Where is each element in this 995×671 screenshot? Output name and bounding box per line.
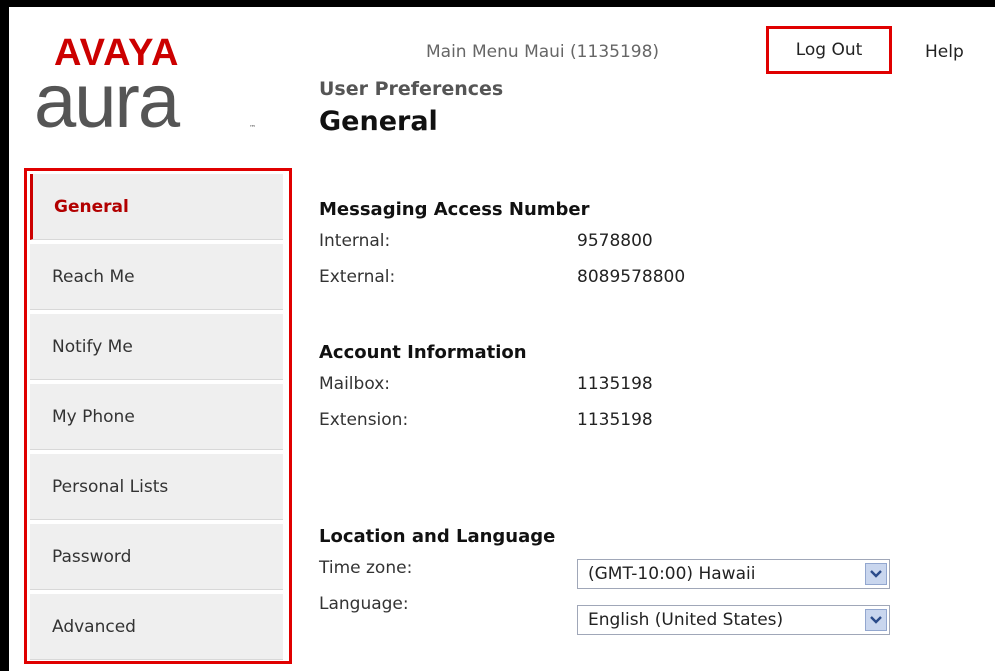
sidebar-item-notify-me[interactable]: Notify Me [30, 314, 283, 380]
internal-row: Internal: 9578800 [319, 228, 685, 254]
sidebar-item-my-phone[interactable]: My Phone [30, 384, 283, 450]
language-selected-value: English (United States) [588, 610, 784, 630]
location-language-section: Location and Language Time zone: Languag… [319, 526, 577, 617]
mailbox-label: Mailbox: [319, 374, 390, 394]
account-info-title: Account Information [319, 342, 527, 363]
internal-value: 9578800 [577, 231, 653, 251]
sidebar-item-label: My Phone [52, 406, 135, 427]
sidebar-item-label: General [54, 196, 129, 217]
top-navigation: Main Menu Maui (1135198) Log Out Help [420, 26, 980, 74]
sidebar-item-label: Password [52, 546, 132, 567]
page-title: General [319, 106, 438, 137]
extension-label: Extension: [319, 410, 409, 430]
chevron-down-icon [865, 563, 887, 585]
sidebar-item-reach-me[interactable]: Reach Me [30, 244, 283, 310]
language-label: Language: [319, 594, 409, 614]
logo-aura-text: aura [34, 59, 180, 144]
sidebar-item-label: Reach Me [52, 266, 135, 287]
sidebar-item-personal-lists[interactable]: Personal Lists [30, 454, 283, 520]
help-link[interactable]: Help [925, 42, 964, 62]
language-row: Language: [319, 591, 577, 617]
messaging-access-title: Messaging Access Number [319, 199, 590, 220]
timezone-label: Time zone: [319, 558, 413, 578]
avaya-aura-logo: AVAYA aura ™ [26, 24, 276, 154]
sidebar-item-advanced[interactable]: Advanced [30, 594, 283, 660]
internal-label: Internal: [319, 231, 391, 251]
logout-button[interactable]: Log Out [766, 26, 892, 74]
page-heading: User Preferences General [319, 78, 503, 137]
extension-row: Extension: 1135198 [319, 407, 653, 433]
sidebar-item-label: Personal Lists [52, 476, 169, 497]
sidebar-item-label: Advanced [52, 616, 136, 637]
external-label: External: [319, 267, 396, 287]
external-value: 8089578800 [577, 267, 686, 287]
timezone-selected-value: (GMT-10:00) Hawaii [588, 564, 756, 584]
sidebar-item-password[interactable]: Password [30, 524, 283, 590]
chevron-down-icon [865, 609, 887, 631]
breadcrumb: User Preferences [319, 78, 504, 100]
account-info-section: Account Information Mailbox: 1135198 Ext… [319, 342, 653, 433]
language-select[interactable]: English (United States) [577, 605, 890, 635]
messaging-access-section: Messaging Access Number Internal: 957880… [319, 199, 685, 290]
external-row: External: 8089578800 [319, 264, 685, 290]
logo-trademark: ™ [249, 124, 256, 132]
sidebar-item-label: Notify Me [52, 336, 133, 357]
timezone-select[interactable]: (GMT-10:00) Hawaii [577, 559, 890, 589]
mailbox-value: 1135198 [577, 374, 653, 394]
main-menu-link[interactable]: Main Menu Maui (1135198) [426, 42, 659, 62]
sidebar-menu: General Reach Me Notify Me My Phone Pers… [24, 168, 292, 664]
logout-label: Log Out [795, 40, 863, 60]
mailbox-row: Mailbox: 1135198 [319, 371, 653, 397]
sidebar-item-general[interactable]: General [30, 174, 283, 240]
extension-value: 1135198 [577, 410, 653, 430]
timezone-row: Time zone: [319, 555, 577, 581]
location-language-title: Location and Language [319, 526, 556, 547]
